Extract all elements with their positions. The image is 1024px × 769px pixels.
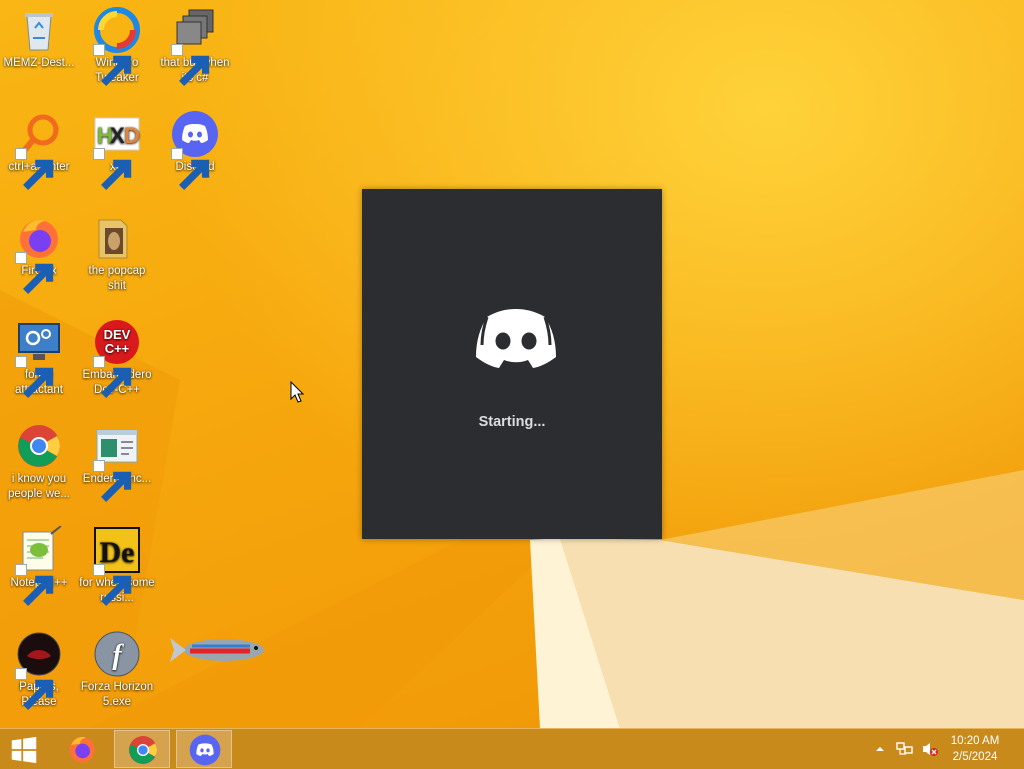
shortcut-arrow-icon xyxy=(15,148,54,190)
svg-text:D: D xyxy=(124,123,140,148)
desktop-icon-label: MEMZ-Dest... xyxy=(3,57,75,69)
desktop-icon-notepadpp[interactable]: Notepad++ xyxy=(0,520,78,606)
clock-date: 2/5/2024 xyxy=(952,751,998,763)
shortcut-arrow-icon xyxy=(93,148,132,190)
volume-muted-icon[interactable] xyxy=(921,741,939,757)
mouse-cursor-icon xyxy=(290,381,304,403)
shortcut-arrow-icon xyxy=(93,356,132,398)
desktop-icon-forza-horizon-5[interactable]: f Forza Horizon 5.exe xyxy=(78,624,156,710)
network-icon[interactable] xyxy=(896,741,914,757)
shortcut-arrow-icon xyxy=(15,252,54,294)
svg-text:DEV: DEV xyxy=(104,327,131,342)
svg-text:X: X xyxy=(110,123,125,148)
svg-text:C++: C++ xyxy=(105,341,130,356)
desktop-icon-chrome[interactable]: i know you people we... xyxy=(0,416,78,502)
desktop-icon-firefox[interactable]: Firefox xyxy=(0,208,78,294)
desktop-icon-that-but-when-its-csharp[interactable]: that but when its c# xyxy=(156,0,234,86)
desktop-icon-ctrl-a-enter[interactable]: ctrl+a, enter xyxy=(0,104,78,190)
desktop-icon-xd[interactable]: H X D xD xyxy=(78,104,156,190)
desktop-icon-devcpp[interactable]: DEV C++ Embarcadero Dev-C++ xyxy=(78,312,156,398)
shortcut-arrow-icon xyxy=(15,564,54,606)
desktop-icon-recycle-bin[interactable]: MEMZ-Dest... xyxy=(0,0,78,71)
shortcut-arrow-icon xyxy=(15,668,54,710)
taskbar-chrome-button[interactable] xyxy=(114,730,170,768)
splash-status-text: Starting... xyxy=(478,414,546,430)
show-hidden-icons-chevron-icon[interactable] xyxy=(874,743,886,755)
shortcut-arrow-icon xyxy=(15,356,54,398)
discord-logo-icon xyxy=(476,309,556,368)
firefox-icon xyxy=(69,737,95,763)
taskbar-clock[interactable]: 10:20 AM 2/5/2024 xyxy=(945,733,1005,765)
shortcut-arrow-icon xyxy=(93,564,132,606)
recycle-bin-icon xyxy=(25,13,53,51)
folder-icon xyxy=(98,219,128,259)
start-button[interactable] xyxy=(0,730,50,768)
desktop-icon-winaero-tweaker[interactable]: Winaero Tweaker xyxy=(78,0,156,86)
discord-icon xyxy=(189,734,221,766)
flash-icon: f xyxy=(94,631,140,677)
taskbar-discord-button[interactable] xyxy=(176,730,232,768)
desktop-icon-papers-please[interactable]: Papers, Please xyxy=(0,624,78,710)
chrome-icon xyxy=(18,425,60,467)
desktop-icon-forkie-attractant[interactable]: forkie attractant xyxy=(0,312,78,398)
taskbar-firefox-button[interactable] xyxy=(54,730,110,768)
windows-logo-icon xyxy=(11,736,37,764)
shortcut-arrow-icon xyxy=(93,44,132,86)
desktop-icon-label: the popcap shit xyxy=(88,265,146,292)
shortcut-arrow-icon xyxy=(171,44,210,86)
desktop-icon-discord[interactable]: Discord xyxy=(156,104,234,190)
desktop-icon-endermanch[interactable]: Endermanc... xyxy=(78,416,156,502)
shortcut-arrow-icon xyxy=(171,148,210,190)
taskbar: 10:20 AM 2/5/2024 xyxy=(0,728,1024,769)
desktop-icon-popcap-folder[interactable]: the popcap shit xyxy=(78,208,156,294)
discord-splash-window: Starting... xyxy=(362,189,662,539)
desktop: MEMZ-Dest... ctrl+a, enter Firefox forki… xyxy=(0,0,1024,728)
desktop-icon-label: Forza Horizon 5.exe xyxy=(80,681,154,708)
desktop-icon-for-when-some-russi[interactable]: De for when some russi... xyxy=(78,520,156,606)
chrome-icon xyxy=(129,736,157,764)
shortcut-arrow-icon xyxy=(93,460,132,502)
clock-time: 10:20 AM xyxy=(950,735,1000,747)
fish-icon[interactable] xyxy=(168,632,270,668)
desktop-icon-label: i know you people we... xyxy=(7,473,70,500)
